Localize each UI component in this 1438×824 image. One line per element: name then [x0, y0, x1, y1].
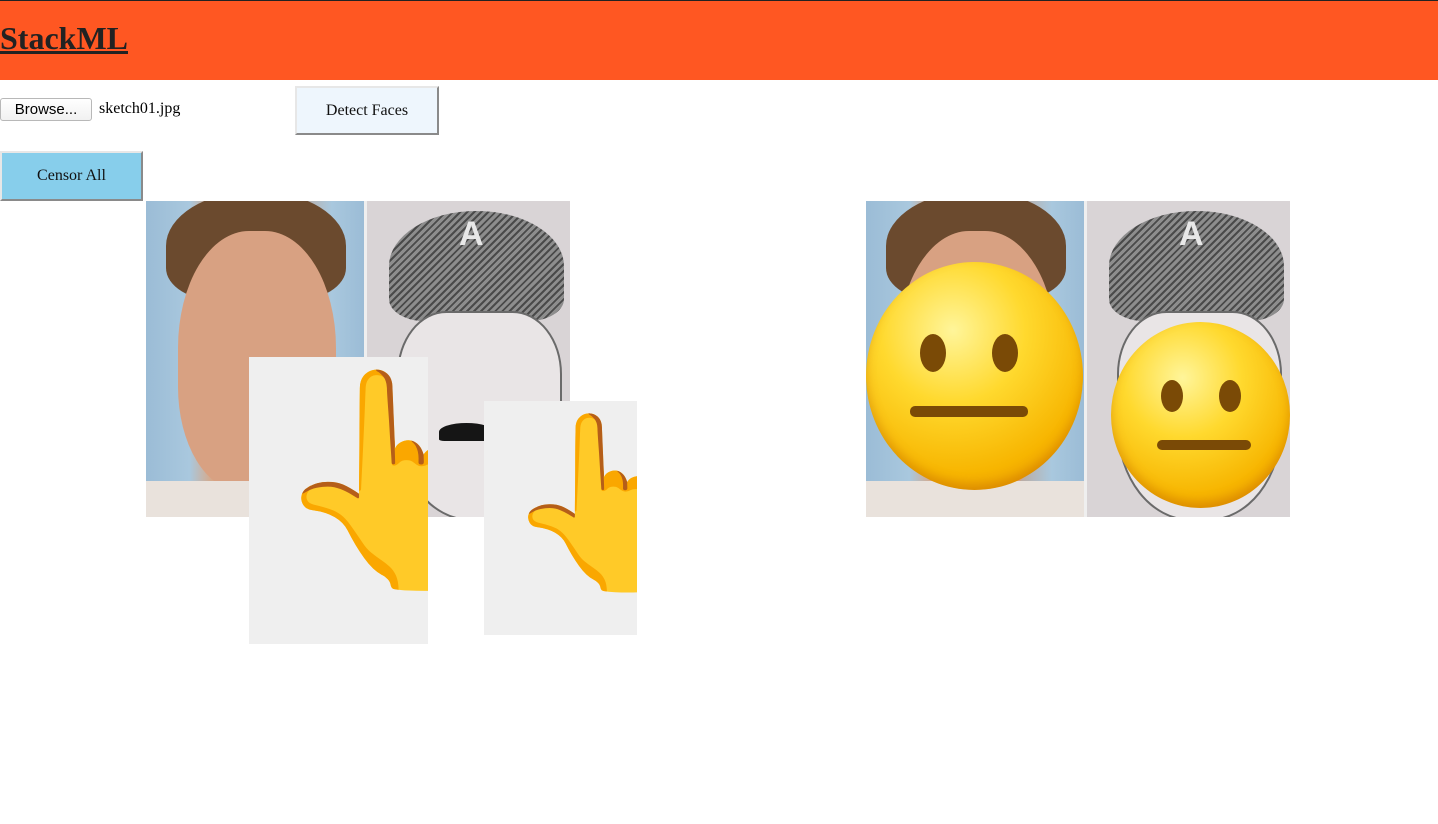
cap-letter-icon: A: [1179, 215, 1204, 253]
pointing-up-icon: 👆: [269, 366, 428, 598]
detect-faces-button[interactable]: Detect Faces: [295, 86, 439, 135]
brand-link[interactable]: StackML: [0, 19, 128, 57]
app-header: StackML: [0, 0, 1438, 80]
browse-button[interactable]: Browse...: [0, 98, 92, 121]
neutral-face-icon: [866, 262, 1083, 490]
face-marker-2[interactable]: 👆: [484, 401, 637, 635]
pointing-up-icon: 👆: [502, 410, 637, 598]
face-marker-1[interactable]: 👆: [249, 357, 428, 644]
selected-file-name: sketch01.jpg: [99, 100, 181, 117]
neutral-face-icon: [1111, 322, 1290, 508]
cap-letter-icon: A: [459, 215, 484, 253]
censor-all-button[interactable]: Censor All: [0, 151, 143, 201]
